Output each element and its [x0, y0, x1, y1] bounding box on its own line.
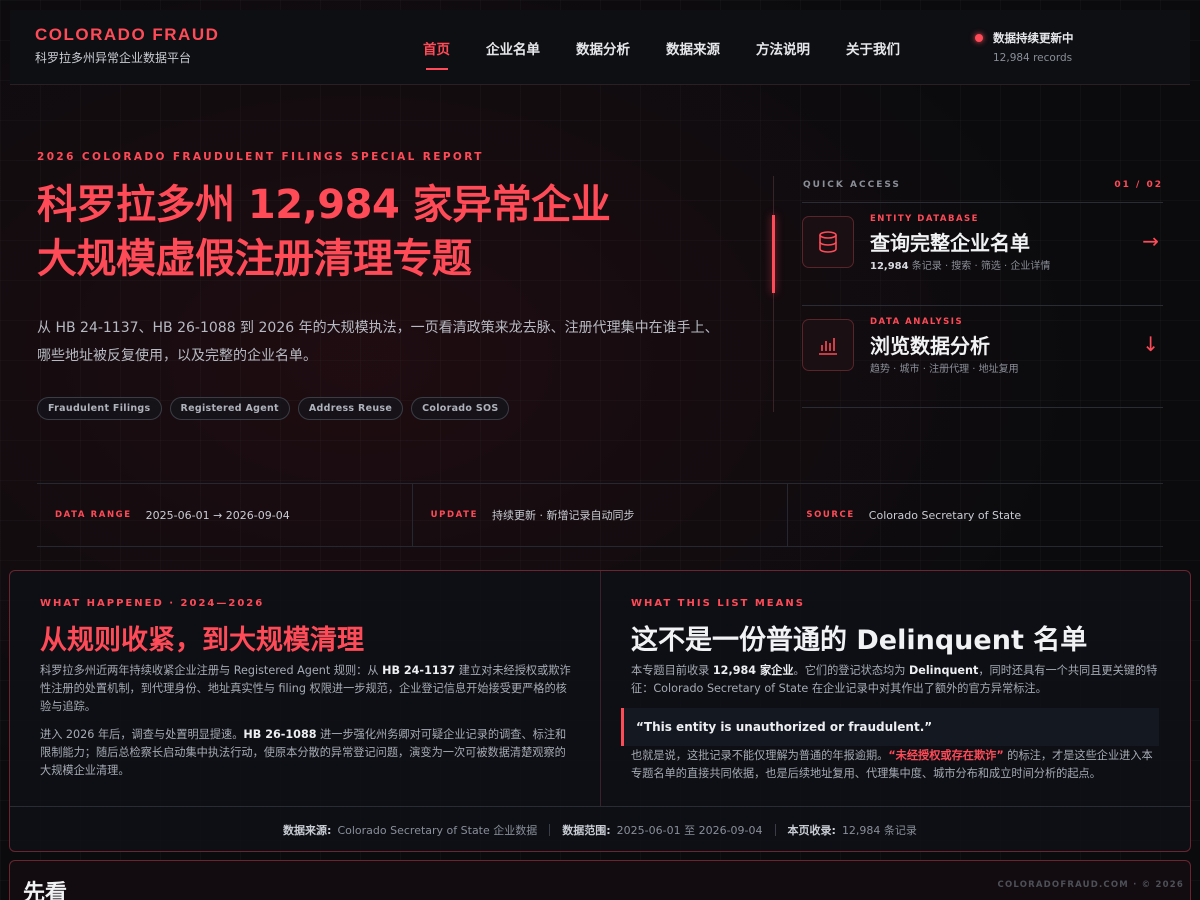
card-meta-text: 条记录 · 搜索 · 筛选 · 企业详情: [908, 261, 1051, 272]
arrow-right-icon[interactable]: →: [1142, 229, 1159, 253]
hero-title: 科罗拉多州 12,984 家异常企业 大规模虚假注册清理专题: [37, 178, 757, 286]
update-status: 数据持续更新中 12,984 records: [975, 30, 1074, 64]
brand-title[interactable]: COLORADO FRAUD: [35, 25, 219, 45]
panel-footer: 数据来源: Colorado Secretary of State 企业数据 数据…: [10, 806, 1190, 851]
right-panel-kicker: WHAT THIS LIST MEANS: [631, 598, 805, 609]
hero-title-line-1: 科罗拉多州 12,984 家异常企业: [37, 182, 611, 228]
info-key: UPDATE: [430, 510, 478, 520]
bar-chart-icon: [802, 319, 854, 371]
footer-count: 本页收录: 12,984 条记录: [787, 824, 917, 837]
database-icon: [802, 216, 854, 268]
site-header: COLORADO FRAUD 科罗拉多州异常企业数据平台 首页 企业名单 数据分…: [10, 10, 1190, 85]
card-meta: 趋势 · 城市 · 注册代理 · 地址复用: [870, 364, 1019, 375]
panel-divider: [600, 571, 601, 806]
nav-item-about[interactable]: 关于我们: [828, 10, 918, 85]
footer-range: 数据范围: 2025-06-01 至 2026-09-04: [562, 824, 763, 837]
card-title[interactable]: 查询完整企业名单: [870, 227, 1030, 256]
card-kicker: DATA ANALYSIS: [870, 317, 964, 327]
left-panel-paragraph-2: 进入 2026 年后，调查与处置明显提速。HB 26-1088 进一步强化州务卿…: [40, 728, 567, 777]
info-data-range: DATA RANGE 2025-06-01 → 2026-09-04: [37, 484, 413, 546]
info-key: DATA RANGE: [55, 510, 132, 520]
main-nav: 首页 企业名单 数据分析 数据来源 方法说明 关于我们: [405, 10, 918, 85]
left-panel-paragraph-1: 科罗拉多州近两年持续收紧企业注册与 Registered Agent 规则：从 …: [40, 664, 571, 713]
info-value: 2025-06-01 → 2026-09-04: [145, 508, 290, 522]
left-panel-kicker: WHAT HAPPENED · 2024—2026: [40, 598, 265, 609]
card-meta: 12,984 条记录 · 搜索 · 筛选 · 企业详情: [870, 257, 1050, 272]
quick-access-rail: [773, 176, 774, 412]
divider: [802, 305, 1163, 306]
brand-subtitle: 科罗拉多州异常企业数据平台: [35, 51, 192, 65]
nav-item-data-analysis[interactable]: 数据分析: [558, 10, 648, 85]
arrow-down-icon[interactable]: ↓: [1142, 332, 1159, 356]
right-panel-title: 这不是一份普通的 Delinquent 名单: [631, 625, 1088, 656]
tag-registered-agent[interactable]: Registered Agent: [169, 397, 290, 420]
nav-item-data-sources[interactable]: 数据来源: [648, 10, 738, 85]
quick-access-data-analysis[interactable]: DATA ANALYSIS 浏览数据分析 趋势 · 城市 · 注册代理 · 地址…: [802, 308, 1163, 408]
tag-fraudulent-filings[interactable]: Fraudulent Filings: [37, 397, 162, 420]
brand[interactable]: COLORADO FRAUD 科罗拉多州异常企业数据平台: [35, 25, 219, 66]
card-meta-count: 12,984: [870, 261, 909, 272]
hero-description: 从 HB 24-1137、HB 26-1088 到 2026 年的大规模执法，一…: [37, 320, 719, 364]
nav-item-methodology[interactable]: 方法说明: [738, 10, 828, 85]
info-bar: DATA RANGE 2025-06-01 → 2026-09-04 UPDAT…: [37, 483, 1163, 547]
hero-kicker: 2026 COLORADO FRAUDULENT FILINGS SPECIAL…: [37, 151, 484, 163]
hero-title-line-2: 大规模虚假注册清理专题: [37, 236, 472, 282]
divider: [774, 824, 776, 836]
nav-item-entity-list[interactable]: 企业名单: [468, 10, 558, 85]
divider: [549, 824, 551, 836]
quick-access-label: QUICK ACCESS: [803, 180, 901, 190]
divider: [802, 202, 1163, 203]
copyright: COLORADOFRAUD.COM · © 2026: [997, 880, 1184, 890]
right-panel-paragraph-1: 本专题目前收录 12,984 家企业。它们的登记状态均为 Delinquent，…: [631, 664, 1158, 695]
hero-tags: Fraudulent Filings Registered Agent Addr…: [37, 397, 510, 420]
card-kicker: ENTITY DATABASE: [870, 214, 979, 224]
live-indicator-icon: [975, 34, 983, 42]
fraud-quote: “This entity is unauthorized or fraudule…: [621, 708, 1159, 746]
quick-access-rail-indicator: [772, 215, 775, 293]
next-section-title: 先看: [23, 881, 68, 900]
info-value: 持续更新 · 新增记录自动同步: [491, 509, 635, 522]
tag-address-reuse[interactable]: Address Reuse: [297, 397, 404, 420]
card-title[interactable]: 浏览数据分析: [870, 330, 990, 359]
quick-access-entity-database[interactable]: ENTITY DATABASE 查询完整企业名单 12,984 条记录 · 搜索…: [802, 205, 1163, 305]
info-update: UPDATE 持续更新 · 新增记录自动同步: [413, 484, 789, 546]
info-key: SOURCE: [806, 510, 855, 520]
nav-item-home[interactable]: 首页: [405, 10, 468, 85]
footer-source: 数据来源: Colorado Secretary of State 企业数据: [283, 824, 538, 837]
quick-access-header: QUICK ACCESS 01 / 02: [803, 180, 1163, 190]
tag-colorado-sos[interactable]: Colorado SOS: [411, 397, 510, 420]
info-source: SOURCE Colorado Secretary of State: [788, 484, 1163, 546]
status-label: 数据持续更新中: [993, 31, 1074, 45]
info-value: Colorado Secretary of State: [868, 508, 1022, 522]
divider: [802, 407, 1163, 408]
quick-access-page: 01 / 02: [1114, 180, 1163, 190]
left-panel-title: 从规则收紧，到大规模清理: [40, 625, 364, 656]
right-panel-paragraph-2: 也就是说，这批记录不能仅理解为普通的年报逾期。“未经授权或存在欺诈” 的标注，才…: [631, 749, 1153, 780]
record-count: 12,984 records: [993, 52, 1073, 64]
